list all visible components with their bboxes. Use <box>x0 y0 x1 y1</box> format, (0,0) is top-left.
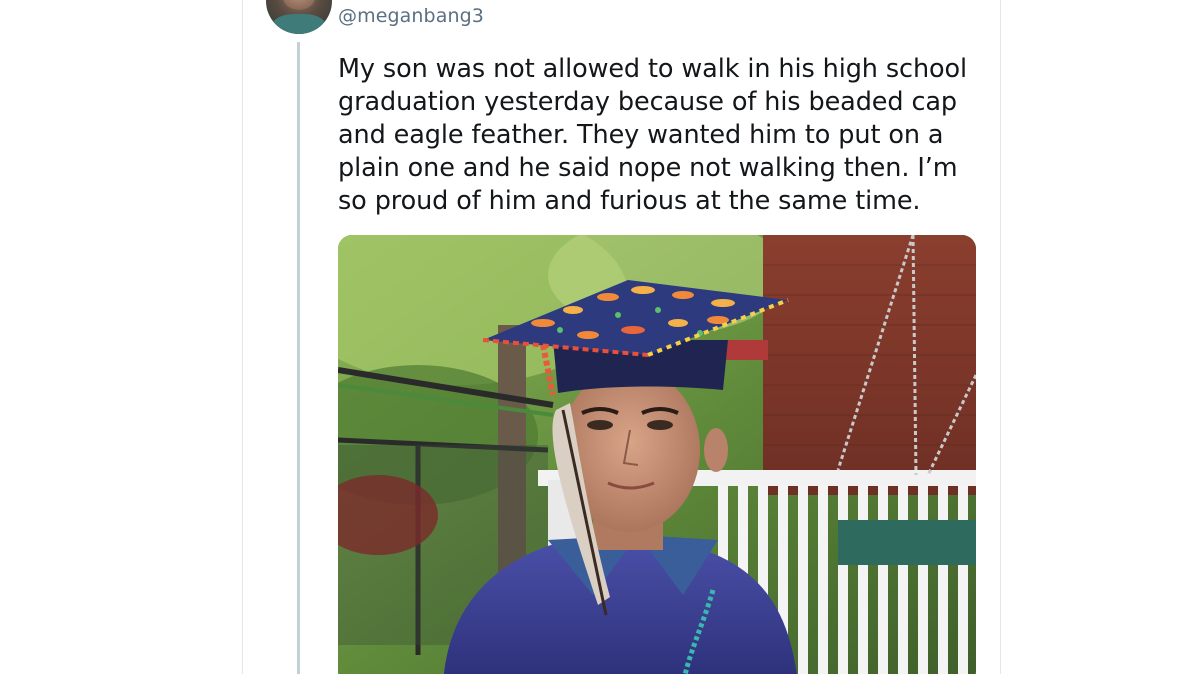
tweet-page: @meganbang3 My son was not allowed to wa… <box>0 0 1200 674</box>
user-avatar[interactable] <box>266 0 332 34</box>
tweet-photo[interactable] <box>338 235 976 674</box>
avatar-shirt <box>272 14 326 34</box>
thread-connector-line <box>297 42 300 674</box>
tweet-text: My son was not allowed to walk in his hi… <box>338 54 968 216</box>
avatar-face <box>282 0 316 12</box>
user-handle[interactable]: @meganbang3 <box>338 5 484 27</box>
graduation-photo-image <box>338 235 976 674</box>
